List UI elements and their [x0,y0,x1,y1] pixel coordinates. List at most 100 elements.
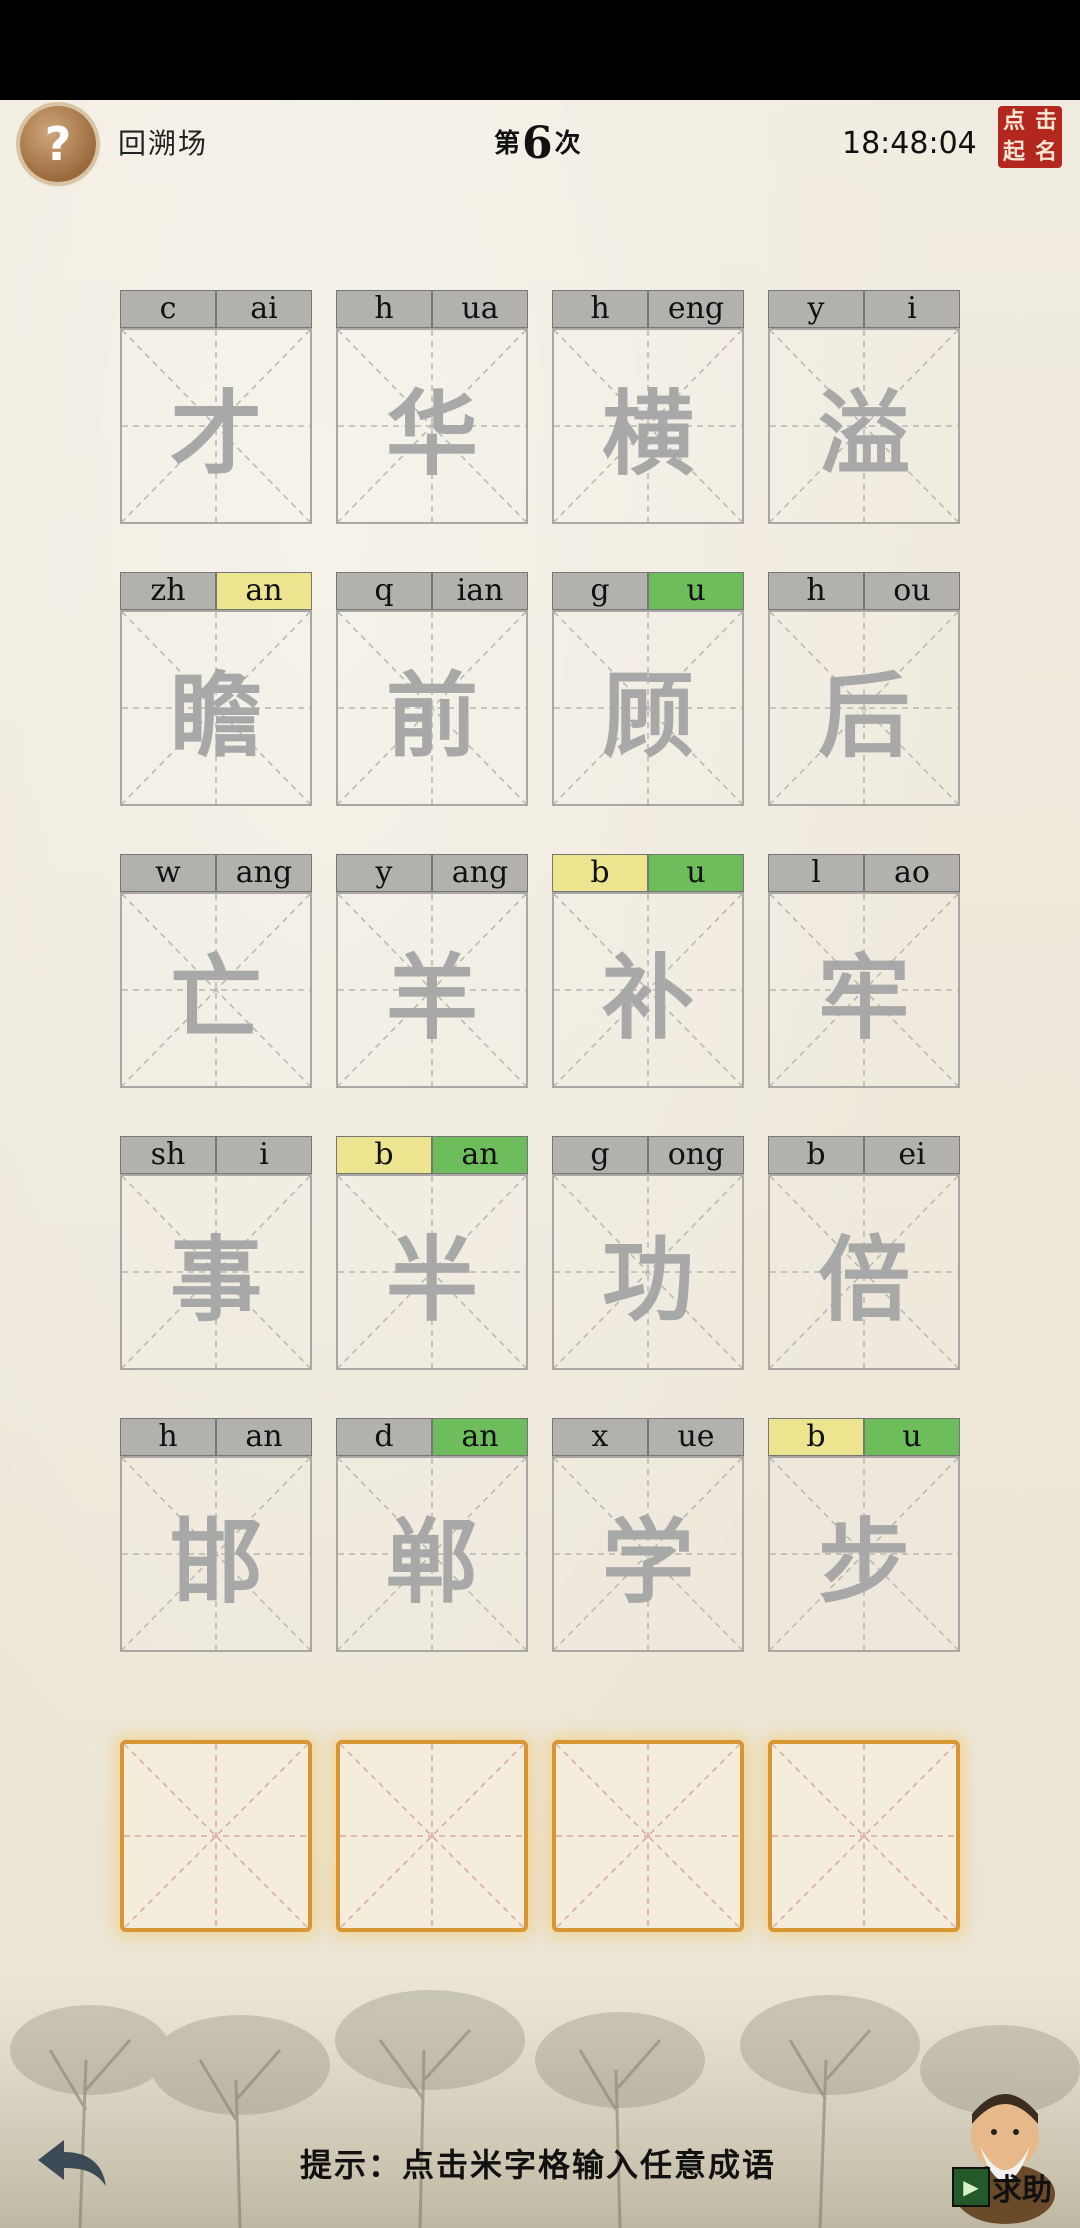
pinyin-initial: x [552,1418,648,1456]
answer-slot[interactable] [120,1740,312,1932]
pinyin-final: u [648,572,744,610]
pinyin-initial: w [120,854,216,892]
pinyin-final: ang [432,854,528,892]
character-cell[interactable]: h ou 后 [768,572,960,806]
pinyin-final: ong [648,1136,744,1174]
name-seal-button[interactable]: 点 击 起 名 [998,106,1062,168]
pinyin-initial: y [336,854,432,892]
answer-slot[interactable] [336,1740,528,1932]
character-cell[interactable]: x ue 学 [552,1418,744,1652]
mizi-grid-box: 事 [120,1174,312,1370]
pinyin-bar: gu [552,572,744,610]
hanzi-character: 溢 [817,380,910,488]
pinyin-bar: bu [768,1418,960,1456]
pinyin-final: i [216,1136,312,1174]
hanzi-character: 羊 [385,944,478,1052]
pinyin-initial: y [768,290,864,328]
character-cell[interactable]: g ong 功 [552,1136,744,1370]
hanzi-character: 亡 [169,944,262,1052]
mizi-grid-box: 溢 [768,328,960,524]
character-cell[interactable]: b an 半 [336,1136,528,1370]
mizi-grid-box: 羊 [336,892,528,1088]
pinyin-final: i [864,290,960,328]
hanzi-character: 横 [601,380,694,488]
pinyin-final: ou [864,572,960,610]
hanzi-character: 才 [169,380,262,488]
round-number: 6 [522,118,553,169]
character-cell[interactable]: b ei 倍 [768,1136,960,1370]
pinyin-final: ao [864,854,960,892]
pinyin-final: u [648,854,744,892]
mizi-grid-box: 横 [552,328,744,524]
character-cell[interactable]: h an 邯 [120,1418,312,1652]
mizi-grid-box: 功 [552,1174,744,1370]
pinyin-final: ai [216,290,312,328]
pinyin-bar: zh an [120,572,312,610]
character-cell[interactable]: h eng 横 [552,290,744,524]
hanzi-character: 事 [169,1226,262,1334]
seal-char: 起 [1002,140,1025,165]
pinyin-bar: w ang [120,854,312,892]
mizi-guide-lines [772,1744,956,1928]
question-mark-icon: ? [44,117,72,171]
clock: 18:48:04 [842,126,977,161]
pinyin-bar: q ian [336,572,528,610]
back-arrow-icon[interactable] [34,2136,110,2192]
pinyin-final: ua [432,290,528,328]
helper-label: 求助 [992,2173,1052,2208]
pinyin-final: an [216,572,312,610]
character-cell[interactable]: c ai 才 [120,290,312,524]
character-cell[interactable]: w ang 亡 [120,854,312,1088]
status-bar [0,0,1080,100]
mizi-grid-box: 顾 [552,610,744,806]
mizi-grid-box: 瞻 [120,610,312,806]
answer-slot[interactable] [768,1740,960,1932]
hanzi-character: 半 [385,1226,478,1334]
mizi-grid-box: 才 [120,328,312,524]
hanzi-character: 邯 [169,1508,262,1616]
character-cell[interactable]: y ang 羊 [336,854,528,1088]
mizi-grid-box: 后 [768,610,960,806]
pinyin-final: ian [432,572,528,610]
pinyin-final: an [432,1418,528,1456]
hanzi-character: 前 [385,662,478,770]
pinyin-bar: x ue [552,1418,744,1456]
character-cell[interactable]: yi 溢 [768,290,960,524]
mizi-grid-box: 前 [336,610,528,806]
mizi-grid-box: 学 [552,1456,744,1652]
pinyin-final: ue [648,1418,744,1456]
character-cell[interactable]: bu 补 [552,854,744,1088]
mizi-grid-box: 牢 [768,892,960,1088]
pinyin-bar: h ua [336,290,528,328]
pinyin-bar: c ai [120,290,312,328]
helper-button[interactable]: ▶ 求助 [952,2164,1052,2210]
pinyin-initial: b [768,1136,864,1174]
character-cell[interactable]: sh i 事 [120,1136,312,1370]
hanzi-character: 学 [601,1508,694,1616]
pinyin-initial: h [552,290,648,328]
pinyin-bar: b ei [768,1136,960,1174]
character-cell[interactable]: zh an 瞻 [120,572,312,806]
character-cell[interactable]: l ao 牢 [768,854,960,1088]
character-cell[interactable]: q ian 前 [336,572,528,806]
pinyin-final: an [432,1136,528,1174]
answer-slot[interactable] [552,1740,744,1932]
help-button[interactable]: ? [20,106,96,182]
pinyin-bar: sh i [120,1136,312,1174]
character-cell[interactable]: d an 郸 [336,1418,528,1652]
pinyin-final: ang [216,854,312,892]
mizi-grid-box: 步 [768,1456,960,1652]
pinyin-bar: bu [552,854,744,892]
round-suffix: 次 [554,129,581,159]
pinyin-initial: c [120,290,216,328]
mizi-grid-box: 亡 [120,892,312,1088]
character-cell[interactable]: gu 顾 [552,572,744,806]
pinyin-bar: y ang [336,854,528,892]
seal-char: 击 [1034,109,1057,134]
pinyin-final: an [216,1418,312,1456]
mizi-grid-box: 邯 [120,1456,312,1652]
pinyin-bar: h an [120,1418,312,1456]
character-cell[interactable]: bu 步 [768,1418,960,1652]
character-cell[interactable]: h ua 华 [336,290,528,524]
hanzi-character: 步 [817,1508,910,1616]
